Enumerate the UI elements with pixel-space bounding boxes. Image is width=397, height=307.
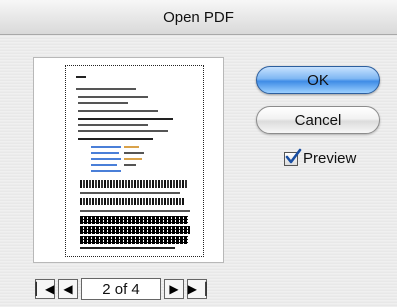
preview-checkbox[interactable]: Preview	[284, 148, 357, 167]
window-title: Open PDF	[163, 8, 234, 26]
checkbox-box[interactable]	[284, 148, 302, 166]
ok-button-label: OK	[307, 71, 329, 89]
cancel-button[interactable]: Cancel	[256, 106, 380, 134]
page-indicator: 2 of 4	[102, 280, 140, 298]
previous-page-icon: ◀	[63, 282, 73, 296]
page-navigation: ▏◀ ◀ 2 of 4 ▶ ▶▕	[35, 277, 210, 301]
previous-page-button[interactable]: ◀	[58, 279, 78, 299]
ok-button[interactable]: OK	[256, 66, 380, 94]
page-thumbnail	[65, 65, 204, 257]
page-preview-panel	[33, 57, 224, 263]
next-page-icon: ▶	[169, 282, 179, 296]
next-page-button[interactable]: ▶	[164, 279, 184, 299]
last-page-icon: ▶▕	[187, 282, 207, 296]
open-pdf-dialog: Open PDF ▏◀ ◀ 2 of 4 ▶ ▶▕ OK Cancel Prev…	[0, 0, 397, 307]
last-page-button[interactable]: ▶▕	[187, 279, 207, 299]
cancel-button-label: Cancel	[294, 111, 342, 129]
checkmark-icon	[285, 148, 302, 163]
first-page-icon: ▏◀	[35, 282, 55, 296]
preview-label: Preview	[303, 150, 357, 167]
title-bar: Open PDF	[0, 0, 397, 35]
first-page-button[interactable]: ▏◀	[35, 279, 55, 299]
page-number-field[interactable]: 2 of 4	[81, 278, 161, 300]
